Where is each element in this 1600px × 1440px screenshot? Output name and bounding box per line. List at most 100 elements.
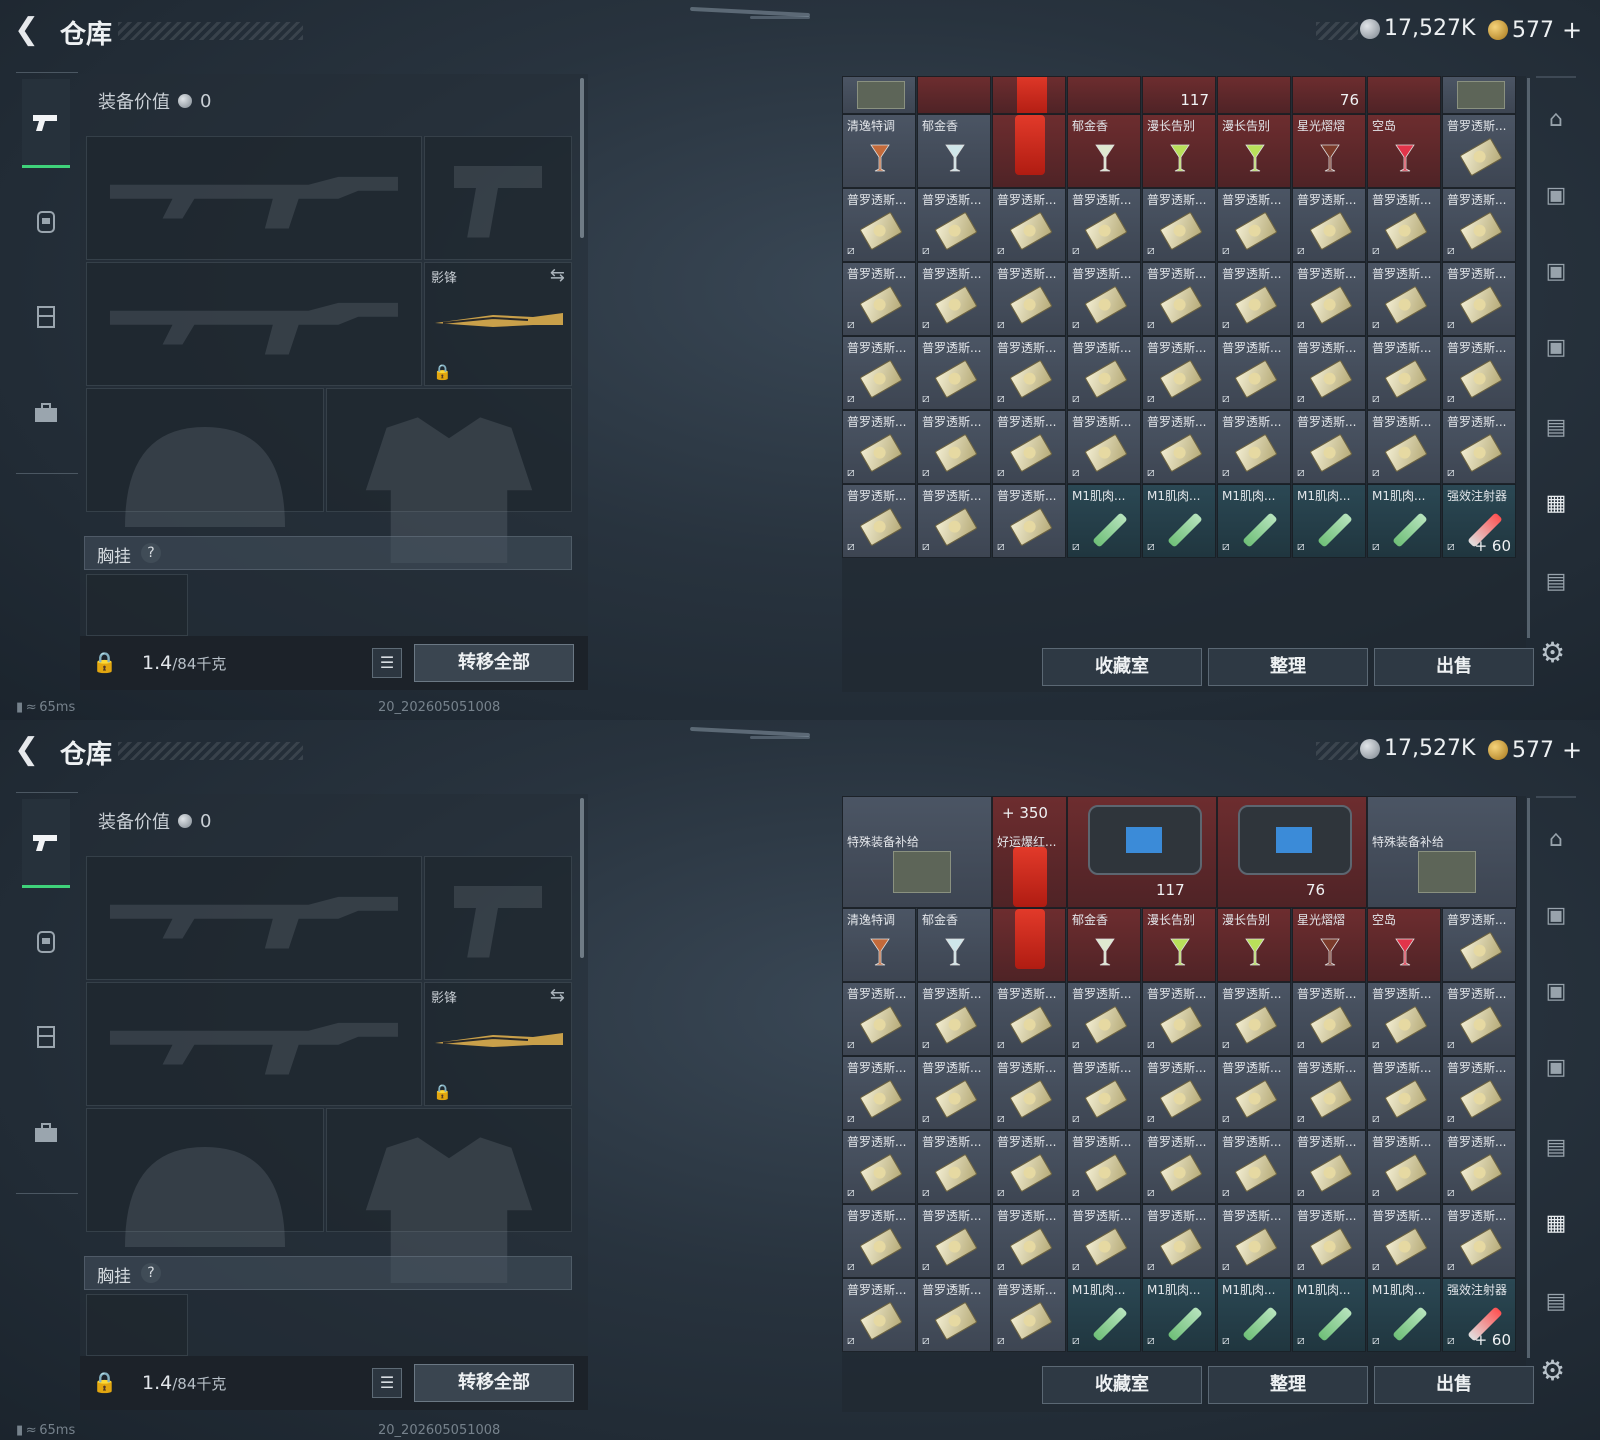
- stash-tab-3-icon[interactable]: ▣: [1540, 976, 1572, 1008]
- stash-cell[interactable]: 普罗透斯... ⧄: [1217, 1130, 1291, 1204]
- stash-cell[interactable]: [917, 76, 991, 114]
- stash-cell[interactable]: 普罗透斯... ⧄: [1217, 1056, 1291, 1130]
- stash-cell[interactable]: [992, 76, 1066, 114]
- case-icon[interactable]: [22, 1109, 70, 1157]
- stash-cell[interactable]: 普罗透斯... ⧄: [1142, 982, 1216, 1056]
- gear-icon[interactable]: ⚙: [1540, 636, 1565, 669]
- stash-cell[interactable]: 普罗透斯... ⧄: [1142, 410, 1216, 484]
- stash-tab-5-icon[interactable]: ▤: [1540, 412, 1572, 444]
- collection-button[interactable]: 收藏室: [1042, 1366, 1202, 1404]
- second-primary-slot[interactable]: [86, 262, 422, 386]
- equipment-scrollbar[interactable]: [580, 798, 584, 958]
- stash-cell[interactable]: 清逸特调: [842, 114, 916, 188]
- stash-cell[interactable]: 普罗透斯... ⧄: [992, 262, 1066, 336]
- stash-cell[interactable]: 普罗透斯... ⧄: [1367, 262, 1441, 336]
- stash-cell[interactable]: 郁金香: [917, 908, 991, 982]
- stash-cell[interactable]: [992, 114, 1066, 188]
- add-stash-tab-icon[interactable]: ▦: [1540, 1208, 1572, 1240]
- stash-cell[interactable]: 普罗透斯... ⧄: [1367, 1130, 1441, 1204]
- stash-cell[interactable]: M1肌肉... ⧄: [1292, 484, 1366, 558]
- chest-rig-slot[interactable]: [86, 1294, 188, 1356]
- stash-cell[interactable]: 普罗透斯... ⧄: [1367, 336, 1441, 410]
- stash-cell[interactable]: 漫长告别: [1217, 908, 1291, 982]
- stash-cell[interactable]: 普罗透斯... ⧄: [917, 1130, 991, 1204]
- stash-scrollbar[interactable]: [1527, 78, 1530, 638]
- stash-cell[interactable]: 普罗透斯... ⧄: [1292, 1130, 1366, 1204]
- backpack-icon[interactable]: [22, 917, 70, 965]
- stash-cell[interactable]: [1367, 76, 1441, 114]
- stash-cell[interactable]: M1肌肉... ⧄: [1292, 1278, 1366, 1352]
- helmet-slot[interactable]: [86, 1108, 324, 1247]
- sell-button[interactable]: 出售: [1374, 1366, 1534, 1404]
- stash-cell[interactable]: 普罗透斯... ⧄: [992, 1056, 1066, 1130]
- stash-cell[interactable]: 普罗透斯... ⧄: [917, 262, 991, 336]
- stash-cell[interactable]: 普罗透斯... ⧄: [1142, 1130, 1216, 1204]
- stash-cell[interactable]: 普罗透斯... ⧄: [1442, 1056, 1516, 1130]
- stash-cell[interactable]: 普罗透斯... ⧄: [1442, 410, 1516, 484]
- stash-cell[interactable]: 普罗透斯... ⧄: [1067, 410, 1141, 484]
- stash-cell[interactable]: 普罗透斯... ⧄: [1292, 982, 1366, 1056]
- stash-cell[interactable]: 普罗透斯... ⧄: [1067, 336, 1141, 410]
- stash-cell[interactable]: 普罗透斯... ⧄: [842, 1204, 916, 1278]
- stash-cell[interactable]: 普罗透斯... ⧄: [1442, 188, 1516, 262]
- stash-cell[interactable]: 普罗透斯... ⧄: [1142, 262, 1216, 336]
- stash-cell[interactable]: 普罗透斯... ⧄: [1217, 188, 1291, 262]
- stash-cell[interactable]: 普罗透斯... ⧄: [842, 410, 916, 484]
- stash-cell[interactable]: 普罗透斯... ⧄: [992, 1130, 1066, 1204]
- stash-cell[interactable]: 普罗透斯... ⧄: [1442, 262, 1516, 336]
- stash-cell[interactable]: 漫长告别: [1217, 114, 1291, 188]
- stash-cell[interactable]: 普罗透斯... ⧄: [1217, 1204, 1291, 1278]
- stash-cell[interactable]: 普罗透斯... ⧄: [1217, 262, 1291, 336]
- equipment-scrollbar[interactable]: [580, 78, 584, 238]
- backpack-item[interactable]: 76: [1217, 796, 1367, 908]
- stash-tab-6-icon[interactable]: ▤: [1540, 566, 1572, 598]
- stash-cell[interactable]: 普罗透斯... ⧄: [1142, 1056, 1216, 1130]
- stash-cell[interactable]: 普罗透斯... ⧄: [1442, 1204, 1516, 1278]
- stash-tab-4-icon[interactable]: ▣: [1540, 332, 1572, 364]
- stash-cell[interactable]: 普罗透斯... ⧄: [842, 188, 916, 262]
- stash-cell[interactable]: [1217, 76, 1291, 114]
- stash-cell[interactable]: 普罗透斯... ⧄: [992, 484, 1066, 558]
- backpack-item[interactable]: 117: [1067, 796, 1217, 908]
- stash-cell[interactable]: 普罗透斯... ⧄: [1367, 982, 1441, 1056]
- stash-cell[interactable]: M1肌肉... ⧄: [1067, 484, 1141, 558]
- add-stash-tab-icon[interactable]: ▦: [1540, 488, 1572, 520]
- supply-box-item[interactable]: 特殊装备补给: [1367, 796, 1517, 908]
- stash-cell[interactable]: M1肌肉... ⧄: [1217, 484, 1291, 558]
- stash-cell[interactable]: 普罗透斯... ⧄: [1067, 1130, 1141, 1204]
- stash-cell[interactable]: 普罗透斯... ⧄: [1217, 336, 1291, 410]
- stash-cell[interactable]: 普罗透斯... ⧄: [1292, 1204, 1366, 1278]
- swap-icon[interactable]: ⇆: [550, 265, 565, 286]
- stash-cell[interactable]: 普罗透斯... ⧄: [1217, 410, 1291, 484]
- stash-cell[interactable]: 普罗透斯... ⧄: [1067, 262, 1141, 336]
- stash-cell[interactable]: 普罗透斯... ⧄: [1367, 188, 1441, 262]
- stash-cell[interactable]: 郁金香: [1067, 114, 1141, 188]
- help-icon[interactable]: ?: [141, 1263, 161, 1283]
- armor-slot[interactable]: [326, 388, 572, 563]
- stash-cell[interactable]: 普罗透斯... ⧄: [842, 484, 916, 558]
- sell-button[interactable]: 出售: [1374, 648, 1534, 686]
- primary-weapon-slot[interactable]: [86, 136, 422, 260]
- stash-cell[interactable]: 普罗透斯... ⧄: [992, 1204, 1066, 1278]
- stash-cell[interactable]: 普罗透斯... ⧄: [1292, 1056, 1366, 1130]
- stash-cell[interactable]: 普罗透斯... ⧄: [1442, 1130, 1516, 1204]
- stash-cell[interactable]: 普罗透斯... ⧄: [1292, 410, 1366, 484]
- stash-cell[interactable]: 普罗透斯... ⧄: [917, 336, 991, 410]
- stash-tab-5-icon[interactable]: ▤: [1540, 1132, 1572, 1164]
- stash-tab-3-icon[interactable]: ▣: [1540, 256, 1572, 288]
- melee-slot[interactable]: 影锋 ⇆ 🔒: [424, 982, 572, 1106]
- stash-cell[interactable]: 普罗透斯... ⧄: [1142, 336, 1216, 410]
- stash-tab-4-icon[interactable]: ▣: [1540, 1052, 1572, 1084]
- stash-cell[interactable]: 普罗透斯... ⧄: [992, 982, 1066, 1056]
- stash-cell[interactable]: 漫长告别: [1142, 908, 1216, 982]
- second-primary-slot[interactable]: [86, 982, 422, 1106]
- stash-scrollbar[interactable]: [1527, 798, 1530, 1358]
- lock-icon[interactable]: 🔒: [92, 1370, 117, 1394]
- stash-cell[interactable]: M1肌肉... ⧄: [1217, 1278, 1291, 1352]
- stash-cell[interactable]: 普罗透斯... ⧄: [1292, 336, 1366, 410]
- stash-tab-6-icon[interactable]: ▤: [1540, 1286, 1572, 1318]
- stash-cell[interactable]: 普罗透斯... ⧄: [1067, 982, 1141, 1056]
- primary-weapon-slot[interactable]: [86, 856, 422, 980]
- stash-cell[interactable]: 普罗透斯... ⧄: [1142, 188, 1216, 262]
- gold-plus[interactable]: +: [1562, 16, 1582, 44]
